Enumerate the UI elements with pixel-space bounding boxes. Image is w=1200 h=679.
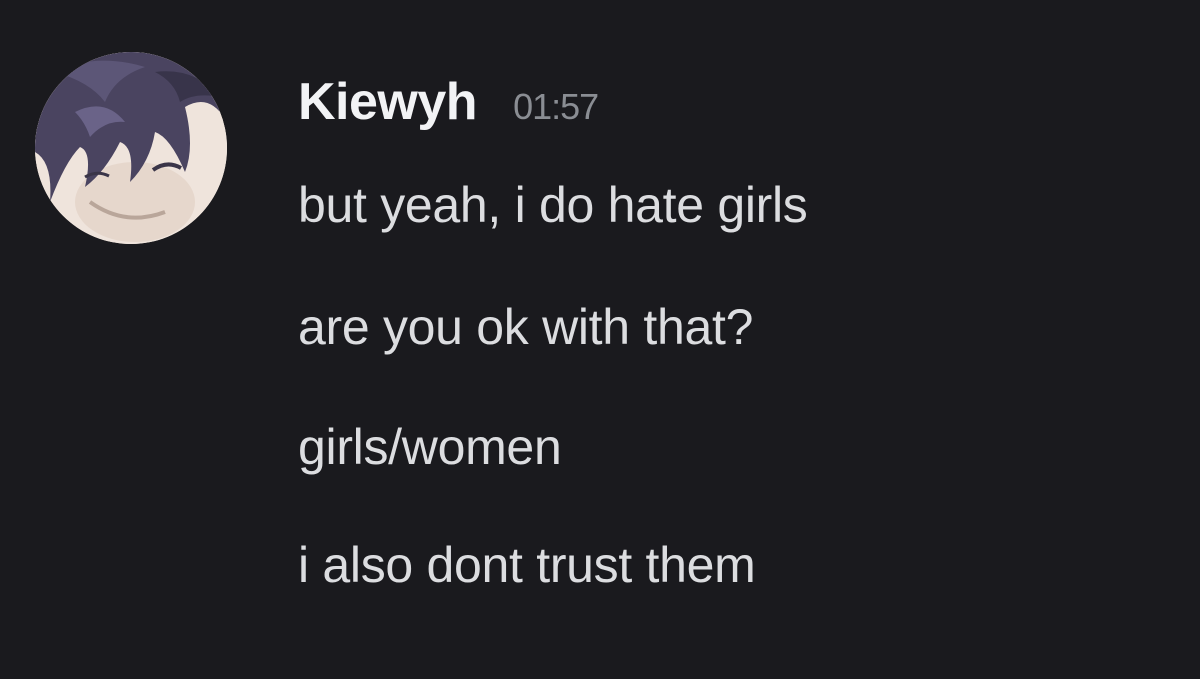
message-header: Kiewyh 01:57 <box>298 72 599 132</box>
anime-character-avatar-icon <box>35 52 227 244</box>
message-text: but yeah, i do hate girls <box>298 177 808 233</box>
message-group: Kiewyh 01:57 but yeah, i do hate girls a… <box>0 0 1200 679</box>
username[interactable]: Kiewyh <box>298 72 478 132</box>
user-avatar[interactable] <box>35 52 227 244</box>
timestamp[interactable]: 01:57 <box>513 86 599 128</box>
message-text: girls/women <box>298 419 562 475</box>
message-text: i also dont trust them <box>298 537 756 593</box>
message-text: are you ok with that? <box>298 299 754 355</box>
